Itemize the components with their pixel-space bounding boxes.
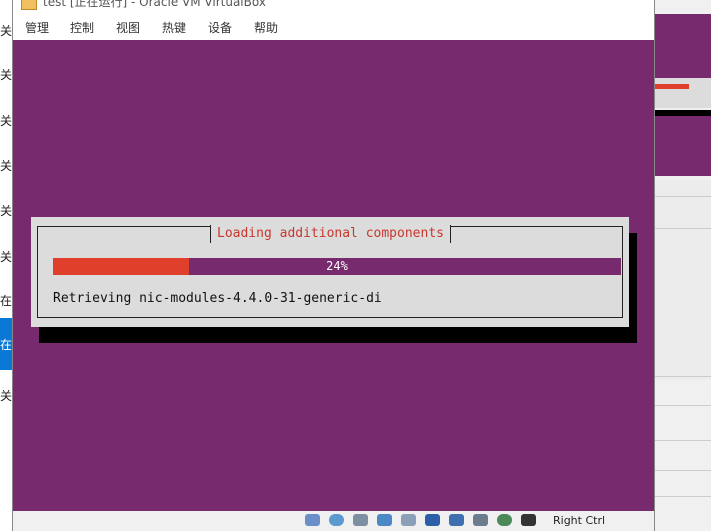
background-text-fragment: 关 <box>0 204 13 218</box>
background-window-left-edge: 关 关 关 关 关 关 在 在 关 <box>0 0 12 531</box>
background-window-right-edge <box>653 0 711 531</box>
window-titlebar[interactable]: test [正在运行] - Oracle VM VirtualBox — ✕ <box>13 0 654 10</box>
hard-disk-icon[interactable] <box>305 514 320 526</box>
usb-icon[interactable] <box>401 514 416 526</box>
dialog-frame: Loading additional components 24% Retrie… <box>37 225 623 318</box>
virtualbox-app-icon <box>21 0 37 10</box>
minimize-button[interactable]: — <box>565 0 605 6</box>
background-text-fragment: 在 <box>0 294 13 308</box>
progress-percent-label: 24% <box>326 259 348 273</box>
installer-dialog: Loading additional components 24% Retrie… <box>31 217 629 327</box>
network-icon[interactable] <box>377 514 392 526</box>
host-key-label: Right Ctrl <box>553 514 606 527</box>
background-text-fragment: 在 <box>0 338 13 352</box>
menu-help[interactable]: 帮助 <box>254 19 278 36</box>
display-icon[interactable] <box>449 514 464 526</box>
menu-manage[interactable]: 管理 <box>25 19 49 36</box>
menu-bar: 管理 控制 视图 热键 设备 帮助 <box>13 10 654 38</box>
video-capture-icon[interactable] <box>473 514 488 526</box>
background-text-fragment: 关 <box>0 114 13 128</box>
audio-icon[interactable] <box>353 514 368 526</box>
progress-bar: 24% <box>53 258 621 275</box>
background-text-fragment: 关 <box>0 24 13 38</box>
close-button[interactable]: ✕ <box>611 0 651 6</box>
dialog-title: Loading additional components <box>210 225 451 243</box>
virtualbox-vm-window: test [正在运行] - Oracle VM VirtualBox — ✕ 管… <box>12 0 655 531</box>
menu-control[interactable]: 控制 <box>70 19 94 36</box>
background-text-fragment: 关 <box>0 159 13 173</box>
vm-guest-screen[interactable]: Loading additional components 24% Retrie… <box>13 40 654 511</box>
optical-drive-icon[interactable] <box>329 514 344 526</box>
background-text-fragment: 关 <box>0 250 13 264</box>
mouse-integration-icon[interactable] <box>521 514 536 526</box>
cpu-activity-icon[interactable] <box>497 514 512 526</box>
background-selected-item: 在 <box>0 318 12 370</box>
vm-status-bar: Right Ctrl <box>13 511 654 531</box>
background-text-fragment: 关 <box>0 389 13 403</box>
menu-hotkey[interactable]: 热键 <box>162 19 186 36</box>
window-title: test [正在运行] - Oracle VM VirtualBox <box>43 0 266 9</box>
status-message: Retrieving nic-modules-4.4.0-31-generic-… <box>53 291 382 306</box>
menu-view[interactable]: 视图 <box>116 19 140 36</box>
background-vm-preview <box>653 14 711 78</box>
menu-devices[interactable]: 设备 <box>208 19 232 36</box>
background-text-fragment: 关 <box>0 68 13 82</box>
shared-folders-icon[interactable] <box>425 514 440 526</box>
